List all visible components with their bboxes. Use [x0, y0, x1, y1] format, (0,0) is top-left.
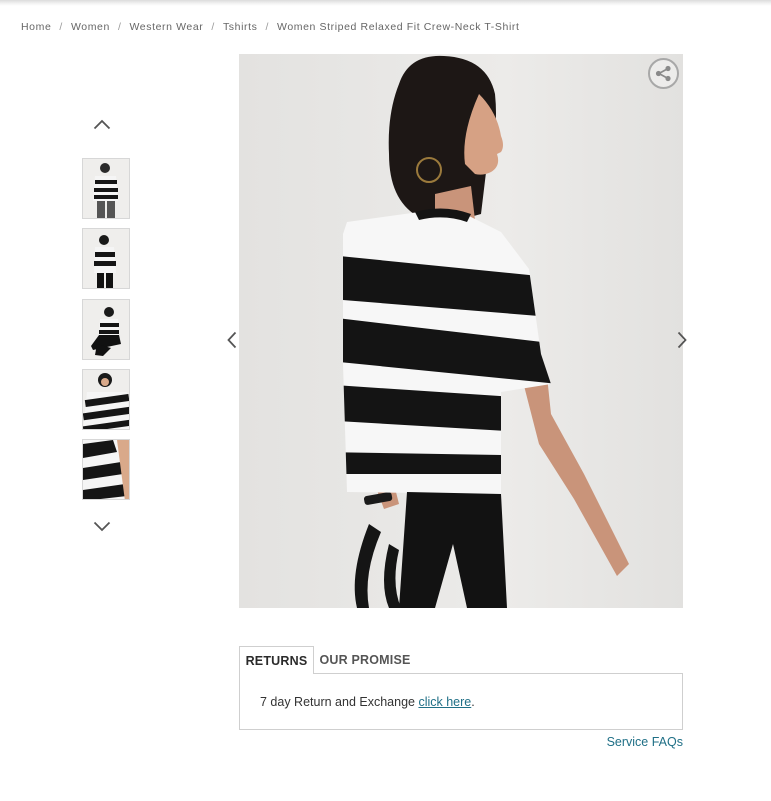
chevron-right-icon — [677, 331, 687, 349]
product-photo — [239, 54, 683, 608]
chevron-up-icon — [93, 119, 111, 129]
returns-panel: 7 day Return and Exchange click here. — [239, 673, 683, 730]
breadcrumb-separator: / — [117, 21, 122, 33]
thumbnail-5-image — [83, 440, 129, 499]
breadcrumb: Home / Women / Western Wear / Tshirts / Women St… — [21, 21, 520, 33]
thumbnail-scroll-down-button[interactable] — [90, 516, 114, 536]
breadcrumb-tshirts[interactable]: Tshirts — [223, 21, 258, 33]
breadcrumb-home[interactable]: Home — [21, 21, 51, 33]
thumbnail-2-image — [83, 229, 129, 288]
chevron-left-icon — [227, 331, 237, 349]
info-tabs: RETURNS OUR PROMISE 7 day Return and Exc… — [239, 646, 683, 730]
thumbnail-4[interactable] — [82, 369, 130, 430]
breadcrumb-western-wear[interactable]: Western Wear — [129, 21, 203, 33]
service-faqs-link[interactable]: Service FAQs — [607, 735, 683, 749]
thumbnail-1-image — [83, 159, 129, 218]
returns-text: 7 day Return and Exchange click here. — [260, 695, 475, 709]
breadcrumb-women[interactable]: Women — [71, 21, 110, 33]
breadcrumb-separator: / — [265, 21, 270, 33]
returns-policy-text: 7 day Return and Exchange — [260, 695, 419, 709]
returns-click-here-link[interactable]: click here — [418, 695, 471, 709]
share-icon — [655, 65, 671, 82]
thumbnail-scroll-up-button[interactable] — [90, 114, 114, 134]
chevron-down-icon — [93, 521, 111, 531]
thumbnail-3[interactable] — [82, 299, 130, 360]
thumbnail-3-image — [83, 300, 129, 359]
thumbnail-4-image — [83, 370, 129, 429]
share-button[interactable] — [648, 58, 679, 89]
thumbnail-2[interactable] — [82, 228, 130, 289]
thumbnail-5[interactable] — [82, 439, 130, 500]
next-image-button[interactable] — [673, 328, 691, 352]
tab-returns[interactable]: RETURNS — [239, 646, 314, 674]
breadcrumb-separator: / — [59, 21, 63, 33]
thumbnail-1[interactable] — [82, 158, 130, 219]
breadcrumb-separator: / — [211, 21, 215, 33]
tab-our-promise[interactable]: OUR PROMISE — [314, 646, 416, 674]
returns-text-period: . — [471, 695, 475, 709]
top-shadow-bar — [0, 0, 771, 6]
main-product-image[interactable] — [239, 54, 683, 608]
breadcrumb-current-product: Women Striped Relaxed Fit Crew-Neck T-Sh… — [277, 21, 520, 33]
previous-image-button[interactable] — [223, 328, 241, 352]
